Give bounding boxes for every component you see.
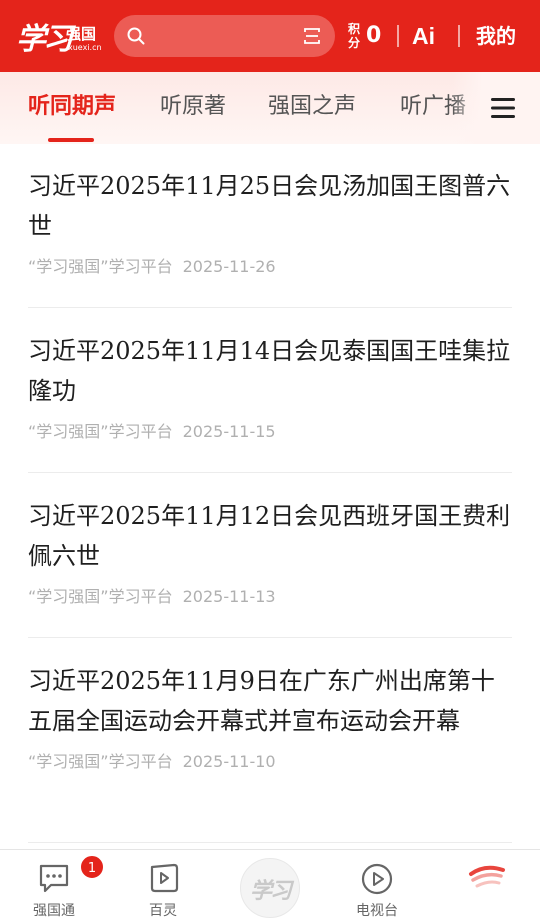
app-logo[interactable]: 学习 强国 xuexi.cn <box>16 12 102 58</box>
points-display[interactable]: 积分 0 <box>348 22 384 52</box>
list-item[interactable]: 习近平2025年11月12日会见西班牙国王费利佩六世 “学习强国”学习平台 202… <box>28 496 512 638</box>
article-date: 2025-11-13 <box>182 587 276 606</box>
article-title: 习近平2025年11月14日会见泰国国王哇集拉隆功 <box>28 337 511 405</box>
list-item[interactable]: 习近平2025年11月9日在广东广州出席第十五届全国运动会开幕式并宣布运动会开幕… <box>28 661 512 843</box>
logo-sub-text: 强国 <box>66 25 97 43</box>
article-title: 习近平2025年11月12日会见西班牙国王费利佩六世 <box>28 502 511 570</box>
logo-url-text: xuexi.cn <box>68 43 102 52</box>
nav-label: 强国通 <box>33 903 75 919</box>
search-icon <box>127 27 145 45</box>
list-item[interactable]: 习近平2025年11月25日会见汤加国王图普六世 “学习强国”学习平台 2025-… <box>28 166 512 308</box>
points-value: 0 <box>366 23 382 48</box>
notification-badge: 1 <box>79 854 105 880</box>
article-date: 2025-11-10 <box>182 752 276 771</box>
article-date: 2025-11-15 <box>182 422 276 441</box>
article-date: 2025-11-26 <box>182 257 276 276</box>
nav-label: 百灵 <box>149 903 177 919</box>
brand-brush-icon <box>469 865 505 888</box>
nav-label: 电视台 <box>356 903 398 919</box>
list-item[interactable]: 习近平2025年11月14日会见泰国国王哇集拉隆功 “学习强国”学习平台 2025… <box>28 331 512 473</box>
article-source: “学习强国”学习平台 <box>28 587 173 606</box>
article-list: 习近平2025年11月25日会见汤加国王图普六世 “学习强国”学习平台 2025-… <box>0 144 540 849</box>
article-meta: “学习强国”学习平台 2025-11-15 <box>28 421 512 443</box>
article-source: “学习强国”学习平台 <box>28 752 173 771</box>
points-label: 积分 <box>348 22 361 50</box>
mine-button[interactable]: 我的 <box>476 22 516 50</box>
category-tabs: 听同期声 听原著 强国之声 听广播 <box>0 72 540 144</box>
nav-tv[interactable]: 电视台 <box>332 850 422 924</box>
chat-icon <box>39 864 69 893</box>
tab-qiangguozhisheng[interactable]: 强国之声 <box>268 92 356 122</box>
header-divider <box>397 25 399 47</box>
article-source: “学习强国”学习平台 <box>28 422 173 441</box>
scan-icon[interactable] <box>303 27 321 45</box>
nav-bailing[interactable]: 百灵 <box>118 850 208 924</box>
play-circle-icon <box>361 863 393 895</box>
article-meta: “学习强国”学习平台 2025-11-26 <box>28 256 512 278</box>
tab-tongqisheng[interactable]: 听同期声 <box>28 92 116 122</box>
active-tab-indicator <box>48 138 94 142</box>
article-title: 习近平2025年11月25日会见汤加国王图普六世 <box>28 172 511 240</box>
center-logo-button[interactable]: 学习 <box>240 858 300 918</box>
article-meta: “学习强国”学习平台 2025-11-10 <box>28 751 512 773</box>
header-divider <box>458 25 460 47</box>
play-card-icon <box>150 863 179 893</box>
tab-yuanzhu[interactable]: 听原著 <box>160 92 226 122</box>
nav-mine-tab[interactable] <box>442 850 532 924</box>
top-header: 学习 强国 xuexi.cn 积分 0 Ai 我的 <box>0 0 540 72</box>
menu-icon[interactable] <box>490 96 516 120</box>
article-title: 习近平2025年11月9日在广东广州出席第十五届全国运动会开幕式并宣布运动会开幕 <box>28 667 495 735</box>
article-source: “学习强国”学习平台 <box>28 257 173 276</box>
ai-button[interactable]: Ai <box>412 20 435 52</box>
bottom-navigation: 1 强国通 百灵 学习 电视台 <box>0 849 540 924</box>
search-input[interactable] <box>114 15 335 57</box>
center-logo-text: 学习 <box>249 878 292 904</box>
nav-qiangguotong[interactable]: 1 强国通 <box>9 850 105 924</box>
article-meta: “学习强国”学习平台 2025-11-13 <box>28 586 512 608</box>
logo-main-text: 学习 <box>16 22 73 57</box>
